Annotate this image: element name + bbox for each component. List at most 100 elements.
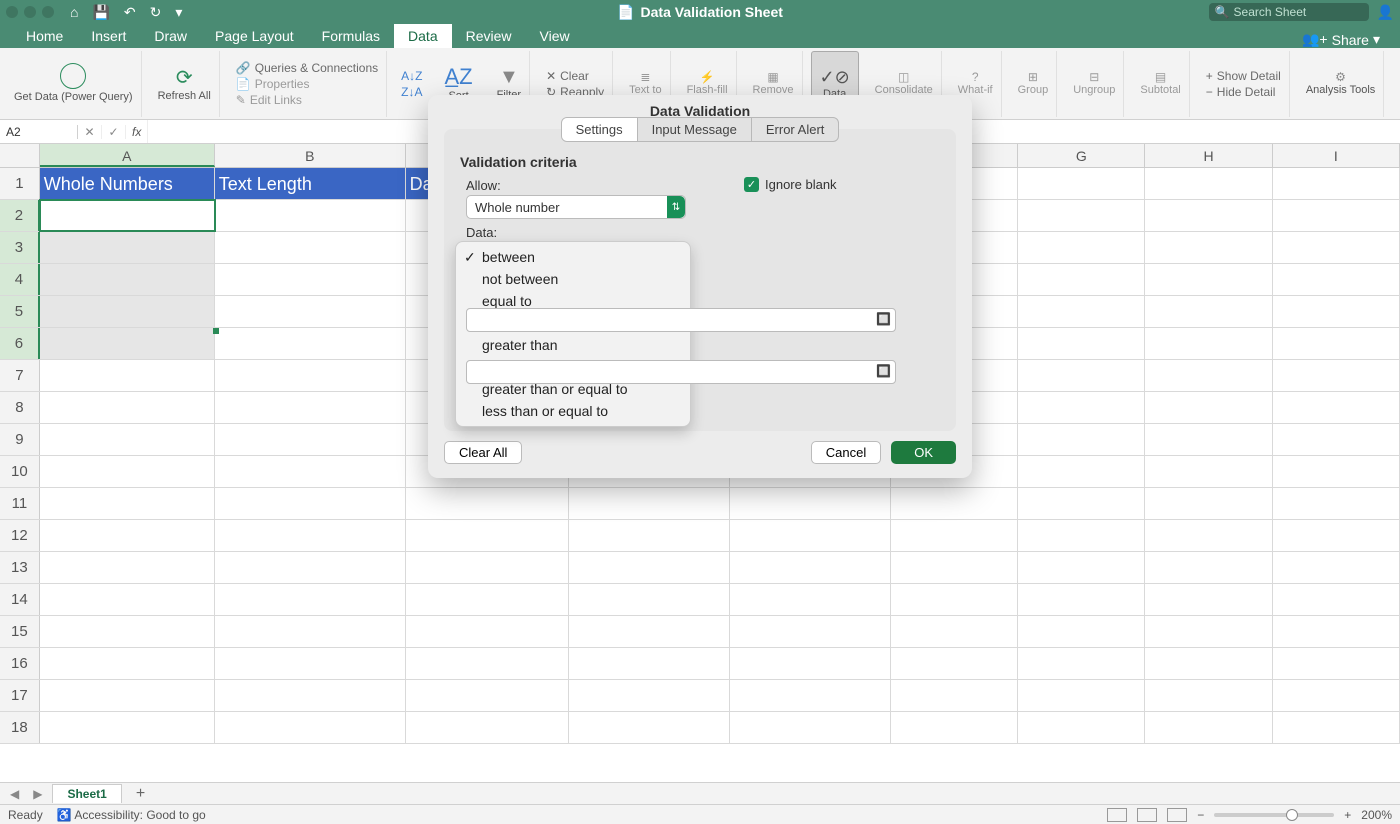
cell-G15[interactable] xyxy=(1018,616,1145,647)
cell-I4[interactable] xyxy=(1273,264,1400,295)
cell-C13[interactable] xyxy=(406,552,569,583)
range-select-icon[interactable]: 🔲 xyxy=(876,312,891,326)
cell-C11[interactable] xyxy=(406,488,569,519)
cell-I1[interactable] xyxy=(1273,168,1400,199)
cell-B2[interactable] xyxy=(215,200,406,231)
cell-E11[interactable] xyxy=(730,488,891,519)
cell-B8[interactable] xyxy=(215,392,406,423)
cell-I12[interactable] xyxy=(1273,520,1400,551)
cell-C14[interactable] xyxy=(406,584,569,615)
zoom-level[interactable]: 200% xyxy=(1361,808,1392,822)
cell-B1[interactable]: Text Length xyxy=(215,168,406,199)
row-header-2[interactable]: 2 xyxy=(0,200,40,231)
cell-G6[interactable] xyxy=(1018,328,1145,359)
tab-draw[interactable]: Draw xyxy=(140,24,201,48)
row-header-11[interactable]: 11 xyxy=(0,488,40,519)
save-icon[interactable]: 💾 xyxy=(92,4,109,21)
group-button[interactable]: ⊞Group xyxy=(1010,51,1058,117)
cell-H8[interactable] xyxy=(1145,392,1272,423)
cell-G17[interactable] xyxy=(1018,680,1145,711)
get-data-button[interactable]: Get Data (Power Query) xyxy=(6,51,142,117)
cell-B18[interactable] xyxy=(215,712,406,743)
row-header-15[interactable]: 15 xyxy=(0,616,40,647)
cell-H10[interactable] xyxy=(1145,456,1272,487)
column-header-G[interactable]: G xyxy=(1018,144,1145,167)
column-header-I[interactable]: I xyxy=(1273,144,1400,167)
tab-page-layout[interactable]: Page Layout xyxy=(201,24,308,48)
cell-E17[interactable] xyxy=(730,680,891,711)
cell-E14[interactable] xyxy=(730,584,891,615)
column-header-A[interactable]: A xyxy=(40,144,215,167)
cell-A16[interactable] xyxy=(40,648,215,679)
sheet-nav-next-icon[interactable]: ▶ xyxy=(29,787,46,801)
close-window-icon[interactable] xyxy=(6,6,18,18)
cell-A7[interactable] xyxy=(40,360,215,391)
cell-I3[interactable] xyxy=(1273,232,1400,263)
row-header-12[interactable]: 12 xyxy=(0,520,40,551)
cell-G18[interactable] xyxy=(1018,712,1145,743)
sort-az-icon[interactable]: A↓Z xyxy=(401,69,422,83)
cell-H5[interactable] xyxy=(1145,296,1272,327)
dialog-tab-settings[interactable]: Settings xyxy=(562,118,638,141)
row-header-14[interactable]: 14 xyxy=(0,584,40,615)
cell-H1[interactable] xyxy=(1145,168,1272,199)
range-select-icon[interactable]: 🔲 xyxy=(876,364,891,378)
column-header-B[interactable]: B xyxy=(215,144,406,167)
cell-H9[interactable] xyxy=(1145,424,1272,455)
cell-D12[interactable] xyxy=(569,520,730,551)
maximize-window-icon[interactable] xyxy=(42,6,54,18)
cell-G3[interactable] xyxy=(1018,232,1145,263)
dropdown-option-less-than-or-equal-to[interactable]: less than or equal to xyxy=(456,400,690,422)
normal-view-icon[interactable] xyxy=(1107,808,1127,822)
row-header-16[interactable]: 16 xyxy=(0,648,40,679)
cell-I13[interactable] xyxy=(1273,552,1400,583)
accept-formula-icon[interactable]: ✓ xyxy=(102,125,126,139)
cell-C18[interactable] xyxy=(406,712,569,743)
cell-B15[interactable] xyxy=(215,616,406,647)
queries-connections-button[interactable]: 🔗Queries & Connections xyxy=(236,61,378,75)
cell-A6[interactable] xyxy=(40,328,215,359)
cell-D16[interactable] xyxy=(569,648,730,679)
sort-za-icon[interactable]: Z↓A xyxy=(401,85,422,99)
cell-D15[interactable] xyxy=(569,616,730,647)
ok-button[interactable]: OK xyxy=(891,441,956,464)
cell-I16[interactable] xyxy=(1273,648,1400,679)
cancel-formula-icon[interactable]: ✕ xyxy=(78,125,102,139)
fx-icon[interactable]: fx xyxy=(126,125,147,139)
cell-B17[interactable] xyxy=(215,680,406,711)
cell-H7[interactable] xyxy=(1145,360,1272,391)
cancel-button[interactable]: Cancel xyxy=(811,441,881,464)
tab-data[interactable]: Data xyxy=(394,24,452,48)
cell-H2[interactable] xyxy=(1145,200,1272,231)
cell-H17[interactable] xyxy=(1145,680,1272,711)
cell-A4[interactable] xyxy=(40,264,215,295)
cell-F15[interactable] xyxy=(891,616,1018,647)
cell-G16[interactable] xyxy=(1018,648,1145,679)
cell-B16[interactable] xyxy=(215,648,406,679)
tab-insert[interactable]: Insert xyxy=(77,24,140,48)
maximum-input[interactable]: 🔲 xyxy=(466,360,896,384)
cell-B9[interactable] xyxy=(215,424,406,455)
redo-icon[interactable]: ↻ xyxy=(150,4,162,21)
cell-D14[interactable] xyxy=(569,584,730,615)
refresh-all-button[interactable]: ⟳ Refresh All xyxy=(150,51,220,117)
ungroup-button[interactable]: ⊟Ungroup xyxy=(1065,51,1124,117)
row-header-4[interactable]: 4 xyxy=(0,264,40,295)
cell-B14[interactable] xyxy=(215,584,406,615)
cell-F11[interactable] xyxy=(891,488,1018,519)
cell-B6[interactable] xyxy=(215,328,406,359)
cell-H13[interactable] xyxy=(1145,552,1272,583)
row-header-6[interactable]: 6 xyxy=(0,328,40,359)
cell-F17[interactable] xyxy=(891,680,1018,711)
zoom-slider[interactable] xyxy=(1214,813,1334,817)
cell-A17[interactable] xyxy=(40,680,215,711)
qat-customize-icon[interactable]: ▾ xyxy=(175,4,182,21)
cell-I17[interactable] xyxy=(1273,680,1400,711)
tab-review[interactable]: Review xyxy=(452,24,526,48)
cell-I14[interactable] xyxy=(1273,584,1400,615)
cell-G5[interactable] xyxy=(1018,296,1145,327)
cell-B13[interactable] xyxy=(215,552,406,583)
cell-A2[interactable] xyxy=(40,200,215,231)
name-box[interactable]: A2 xyxy=(0,125,78,139)
cell-H4[interactable] xyxy=(1145,264,1272,295)
